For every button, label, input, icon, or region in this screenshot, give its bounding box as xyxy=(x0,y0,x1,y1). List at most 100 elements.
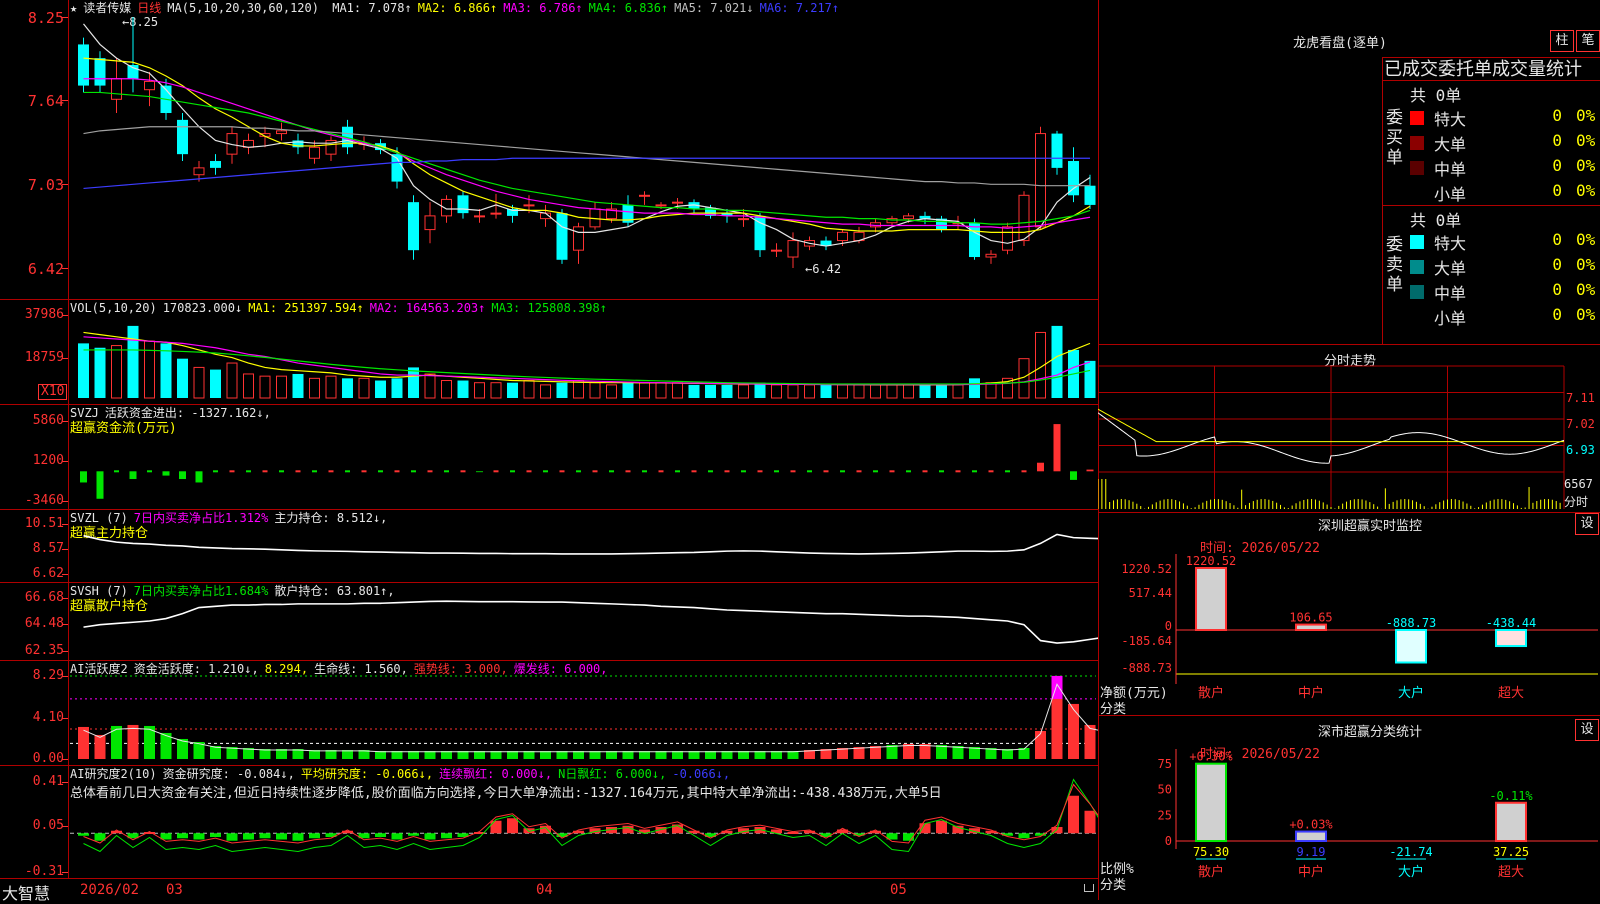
research-bar xyxy=(391,833,403,840)
research-bar xyxy=(952,825,964,834)
research-bar xyxy=(177,833,188,839)
candle-body xyxy=(1035,133,1046,228)
sell-total: 共 0单 xyxy=(1410,211,1462,230)
bar-mode-button[interactable]: 柱 xyxy=(1550,30,1574,52)
candle xyxy=(738,209,749,227)
flow-bar xyxy=(279,470,284,473)
candle xyxy=(1035,126,1046,230)
candle xyxy=(1051,130,1063,175)
lock-icon[interactable] xyxy=(1084,884,1094,892)
flow-bar xyxy=(476,471,483,473)
y-tick-label: 1220.52 xyxy=(1121,562,1172,576)
volume-bar xyxy=(127,325,139,398)
candle-body xyxy=(457,195,469,214)
lhb-title: 龙虎看盘(逐单) xyxy=(1293,36,1387,51)
candle xyxy=(111,58,122,114)
legend-swatch xyxy=(1410,285,1424,299)
y-tick-label: 0 xyxy=(1165,619,1172,633)
flow-bar xyxy=(312,470,317,473)
volume-bar xyxy=(639,382,650,399)
candle xyxy=(688,199,700,214)
flow-bar xyxy=(80,471,87,483)
candle xyxy=(573,222,584,264)
category-label: 散户 xyxy=(1198,685,1224,701)
candle-body xyxy=(177,119,188,155)
candle-body xyxy=(903,215,914,220)
bar-value-label: -888.73 xyxy=(1386,616,1437,630)
candle-body xyxy=(1002,226,1013,251)
candle xyxy=(127,17,139,93)
activity-bar xyxy=(919,743,931,759)
volume-bar xyxy=(540,384,551,399)
flow-bar xyxy=(114,470,119,473)
research-bar xyxy=(259,833,271,839)
volume-bar xyxy=(226,362,238,399)
order-percent: 0% xyxy=(1576,255,1596,274)
tick-mode-button[interactable]: 笔 xyxy=(1576,30,1600,52)
research-bar xyxy=(936,820,947,834)
flow-bar xyxy=(625,470,631,473)
volume-bar xyxy=(424,373,436,399)
x-axis-label: 2026/02 xyxy=(80,882,140,898)
bar-change-label: +0.30% xyxy=(1189,750,1233,764)
flow-bar xyxy=(96,471,104,499)
order-count: 0 xyxy=(1552,131,1562,150)
x-axis-label: 03 xyxy=(166,882,183,898)
activity-bar xyxy=(1051,698,1063,759)
candle-body xyxy=(78,44,89,86)
research-bar xyxy=(622,825,634,834)
volume-bar xyxy=(408,367,419,398)
flow-bar xyxy=(411,470,416,473)
research-bar xyxy=(375,833,386,837)
volume-bar xyxy=(771,384,782,399)
candle xyxy=(556,209,568,264)
flow-bar xyxy=(592,470,598,473)
order-percent: 0% xyxy=(1576,181,1596,200)
order-count: 0 xyxy=(1552,280,1562,299)
volume-bar xyxy=(606,384,617,399)
flow-bar xyxy=(873,470,878,473)
flow-bar xyxy=(691,470,697,473)
candle xyxy=(243,133,254,155)
flow-bar xyxy=(543,470,548,473)
volume-bar xyxy=(342,378,353,398)
volume-bar xyxy=(292,373,304,398)
research-bar xyxy=(292,833,304,841)
candle xyxy=(457,191,469,219)
order-stat-row: 特大 0 0% xyxy=(1408,106,1600,130)
volume-bar xyxy=(919,384,931,398)
candle-body xyxy=(408,202,419,251)
flow-bar xyxy=(790,470,796,473)
candle-body xyxy=(1018,194,1030,242)
research-bar xyxy=(507,818,518,834)
order-percent: 0% xyxy=(1576,305,1596,324)
activity-bar xyxy=(127,724,139,759)
volume-bar xyxy=(523,380,535,399)
flow-bar xyxy=(609,470,614,473)
sell-side-label: 委卖单 xyxy=(1386,235,1403,295)
flow-bar xyxy=(262,470,268,473)
activity-bar xyxy=(903,743,914,759)
flow-bar xyxy=(939,470,944,473)
candle xyxy=(408,195,419,260)
order-percent: 0% xyxy=(1576,156,1596,175)
volume-bar xyxy=(969,378,980,398)
candle-body xyxy=(94,58,106,86)
research-bar xyxy=(210,833,221,837)
volume-bar xyxy=(358,377,370,399)
right-panel-charts[interactable]: 1220.52517.440-185.64-888.731220.52散户106… xyxy=(1098,344,1600,900)
candle-body xyxy=(424,215,436,231)
bar-value-label: 37.25 xyxy=(1493,845,1529,859)
volume-bar xyxy=(94,347,106,398)
flow-bar xyxy=(195,471,203,483)
y-tick-label: -185.64 xyxy=(1121,634,1172,648)
candle xyxy=(985,250,997,264)
order-size-label: 特大 xyxy=(1434,234,1467,253)
research-bar xyxy=(309,833,320,839)
activity-bar xyxy=(1068,703,1079,759)
chart-area[interactable] xyxy=(0,0,1098,878)
volume-bar xyxy=(325,375,337,399)
candle xyxy=(820,236,832,251)
candle-body xyxy=(573,226,584,251)
order-size-label: 中单 xyxy=(1434,284,1467,303)
